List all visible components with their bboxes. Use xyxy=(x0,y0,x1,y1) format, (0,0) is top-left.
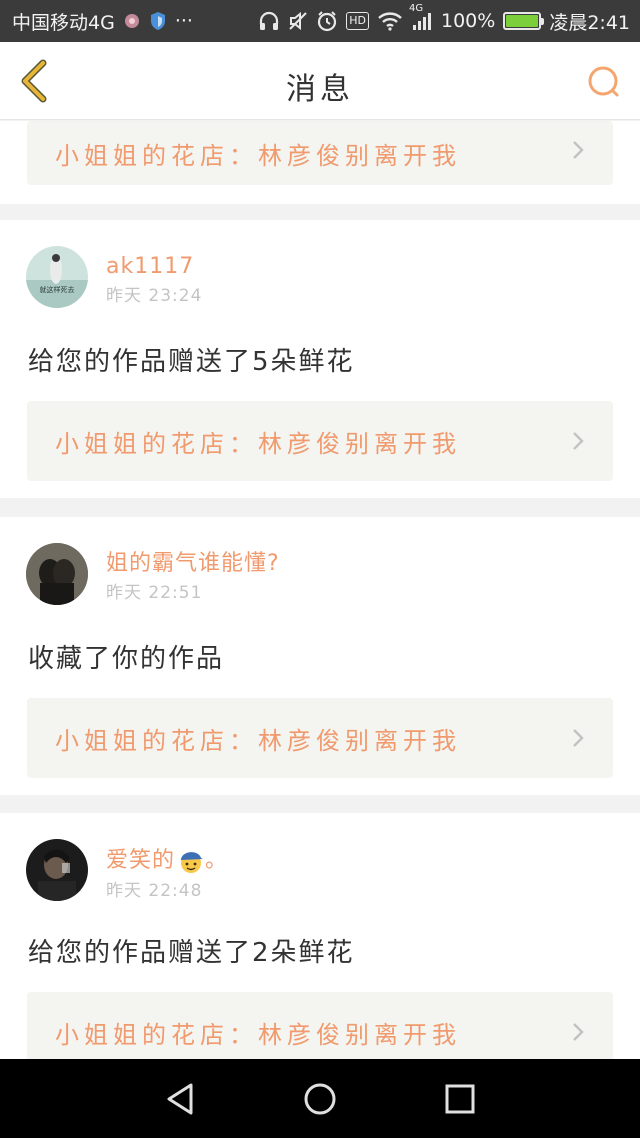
message-sender: 爱笑的 。 昨天 22:48 xyxy=(26,839,228,901)
username[interactable]: 姐的霸气谁能懂? xyxy=(106,551,280,577)
triangle-back-icon xyxy=(167,1083,193,1114)
app-header: 消息 xyxy=(0,42,640,120)
avatar[interactable] xyxy=(26,543,88,605)
work-link-text: 小姐姐的花店：林彦俊别离开我 xyxy=(55,429,461,458)
username-text: 爱笑的 xyxy=(106,848,176,873)
timestamp: 昨天 23:24 xyxy=(106,286,203,306)
system-nav-bar xyxy=(0,1059,640,1138)
work-link[interactable]: 小姐姐的花店：林彦俊别离开我 xyxy=(27,401,613,481)
message-sender: 就这样死去 ak1117 昨天 23:24 xyxy=(26,246,202,308)
network-badge: 4G xyxy=(409,3,424,14)
chevron-right-icon xyxy=(573,1023,584,1041)
work-link-text: 小姐姐的花店：林彦俊别离开我 xyxy=(55,726,461,755)
search-button[interactable] xyxy=(584,62,624,102)
nav-recents-button[interactable] xyxy=(430,1069,490,1129)
timestamp: 昨天 22:51 xyxy=(106,583,203,603)
message-list[interactable]: 小姐姐的花店：林彦俊别离开我 就这样死去 ak1117 昨天 23:24 给您的… xyxy=(0,121,640,1059)
username[interactable]: ak1117 xyxy=(106,254,202,280)
work-link-text: 小姐姐的花店：林彦俊别离开我 xyxy=(55,141,461,170)
message-card-partial: 小姐姐的花店：林彦俊别离开我 xyxy=(0,121,640,204)
search-icon xyxy=(588,66,619,97)
hd-icon: HD xyxy=(346,12,369,30)
sender-info: 姐的霸气谁能懂? 昨天 22:51 xyxy=(106,543,280,603)
message-text: 收藏了你的作品 xyxy=(28,644,225,674)
circle-home-icon xyxy=(304,1083,336,1114)
wifi-icon xyxy=(377,11,403,31)
message-card: 爱笑的 。 昨天 22:48 给您的作品赠送了2朵鲜花 小姐姐的花店：林彦俊别离… xyxy=(0,813,640,1059)
emoji-cap-face-icon xyxy=(181,852,204,873)
battery-icon xyxy=(503,12,545,30)
avatar-caption: 就这样死去 xyxy=(40,285,75,294)
clock: 凌晨2:41 xyxy=(549,11,630,34)
sender-info: ak1117 昨天 23:24 xyxy=(106,246,202,306)
chevron-right-icon xyxy=(573,141,584,159)
carrier-label: 中国移动4G xyxy=(12,11,115,34)
battery-fill xyxy=(506,15,539,27)
message-card: 就这样死去 ak1117 昨天 23:24 给您的作品赠送了5朵鲜花 小姐姐的花… xyxy=(0,220,640,498)
battery-percent: 100% xyxy=(441,10,496,32)
signal-icon: 4G xyxy=(409,3,433,31)
timestamp: 昨天 22:48 xyxy=(106,881,203,901)
status-right: HD 4G 100% 凌晨2:41 xyxy=(258,3,630,35)
more-dots-icon: ··· xyxy=(174,10,193,32)
work-link[interactable]: 小姐姐的花店：林彦俊别离开我 xyxy=(27,698,613,778)
app-notification-icon xyxy=(123,12,141,30)
alarm-icon xyxy=(316,10,338,32)
nav-home-button[interactable] xyxy=(290,1069,350,1129)
username-suffix: 。 xyxy=(205,848,229,873)
message-sender: 姐的霸气谁能懂? 昨天 22:51 xyxy=(26,543,280,605)
chevron-right-icon xyxy=(573,729,584,747)
mute-icon xyxy=(288,11,308,31)
page-title: 消息 xyxy=(286,72,354,107)
work-link[interactable]: 小姐姐的花店：林彦俊别离开我 xyxy=(27,121,613,185)
avatar[interactable] xyxy=(26,839,88,901)
work-link-text: 小姐姐的花店：林彦俊别离开我 xyxy=(55,1020,461,1049)
chevron-right-icon xyxy=(573,432,584,450)
status-bar: 中国移动4G ··· HD 4G 100% 凌晨2:41 xyxy=(0,0,640,42)
sender-info: 爱笑的 。 昨天 22:48 xyxy=(106,839,228,901)
work-link[interactable]: 小姐姐的花店：林彦俊别离开我 xyxy=(27,992,613,1059)
nav-back-button[interactable] xyxy=(150,1069,210,1129)
status-left: 中国移动4G ··· xyxy=(12,8,193,35)
headphones-icon xyxy=(258,11,280,31)
message-text: 给您的作品赠送了2朵鲜花 xyxy=(28,938,355,968)
shield-icon xyxy=(149,11,167,31)
square-recents-icon xyxy=(445,1084,475,1113)
username[interactable]: 爱笑的 。 xyxy=(106,847,228,875)
avatar[interactable]: 就这样死去 xyxy=(26,246,88,308)
message-text: 给您的作品赠送了5朵鲜花 xyxy=(28,347,355,377)
message-card: 姐的霸气谁能懂? 昨天 22:51 收藏了你的作品 小姐姐的花店：林彦俊别离开我 xyxy=(0,517,640,795)
